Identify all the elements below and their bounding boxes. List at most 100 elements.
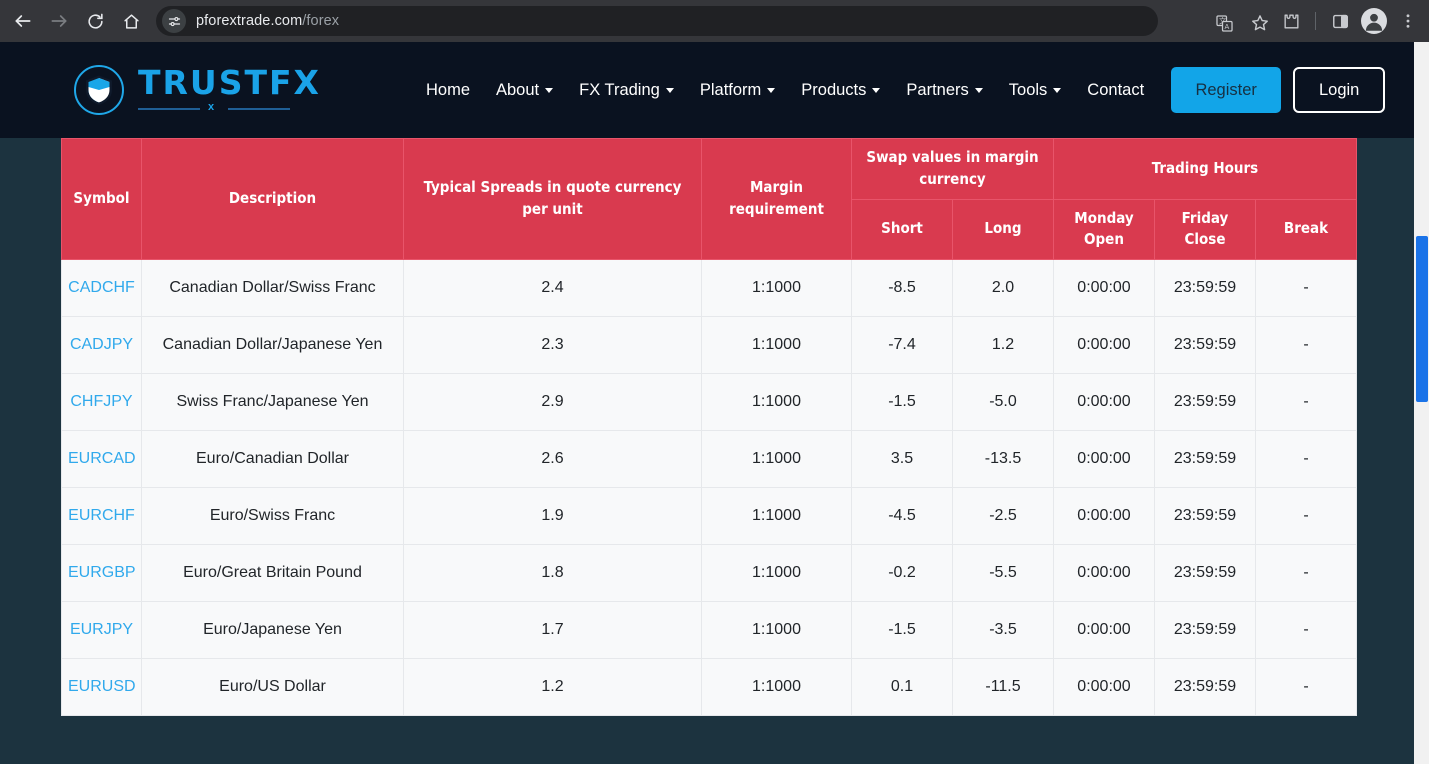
reload-icon[interactable] bbox=[78, 4, 112, 38]
symbol-link[interactable]: EURCHF bbox=[68, 507, 135, 524]
table-row: CADJPY Canadian Dollar/Japanese Yen 2.3 1:1… bbox=[61, 316, 1357, 374]
translate-icon[interactable]: 文 A bbox=[1207, 6, 1241, 40]
col-header-description[interactable]: Description bbox=[141, 138, 404, 260]
symbol-link[interactable]: CADJPY bbox=[70, 336, 133, 353]
symbol-link[interactable]: EURUSD bbox=[68, 678, 136, 695]
cell-description: Euro/US Dollar bbox=[141, 658, 404, 716]
logo-underline-left bbox=[138, 108, 200, 110]
cell-long: -11.5 bbox=[952, 658, 1054, 716]
page-scrollbar-track[interactable] bbox=[1414, 42, 1429, 764]
symbol-link[interactable]: EURCAD bbox=[68, 450, 136, 467]
col-header-symbol[interactable]: Symbol bbox=[61, 138, 142, 260]
cell-spread: 1.7 bbox=[403, 601, 702, 659]
omnibox-actions: 文 A bbox=[1207, 6, 1277, 40]
cell-margin: 1:1000 bbox=[701, 487, 852, 545]
nav-item-contact[interactable]: Contact bbox=[1074, 75, 1157, 106]
col-header-short[interactable]: Short bbox=[851, 198, 953, 260]
col-header-margin[interactable]: Margin requirement bbox=[701, 138, 852, 260]
cell-margin: 1:1000 bbox=[701, 373, 852, 431]
home-icon[interactable] bbox=[114, 4, 148, 38]
symbol-link[interactable]: EURJPY bbox=[70, 621, 133, 638]
cell-long: 1.2 bbox=[952, 316, 1054, 374]
cell-break: - bbox=[1255, 316, 1357, 374]
site-header: TRUSTFX x Home About FX Trading Platform… bbox=[0, 42, 1414, 138]
cell-monday-open: 0:00:00 bbox=[1053, 316, 1155, 374]
cell-long: -2.5 bbox=[952, 487, 1054, 545]
col-header-friday-close[interactable]: Friday Close bbox=[1154, 198, 1256, 260]
col-header-swap-group: Swap values in margin currency bbox=[851, 138, 1054, 200]
shield-logo-icon bbox=[74, 65, 124, 115]
site-settings-tune-icon[interactable] bbox=[162, 9, 186, 33]
nav-item-platform[interactable]: Platform bbox=[687, 75, 788, 106]
cell-break: - bbox=[1255, 487, 1357, 545]
cell-short: 3.5 bbox=[851, 430, 953, 488]
cell-margin: 1:1000 bbox=[701, 430, 852, 488]
three-dot-menu-icon[interactable] bbox=[1391, 4, 1425, 38]
cell-long: -13.5 bbox=[952, 430, 1054, 488]
cell-symbol: EURCHF bbox=[61, 487, 142, 545]
browser-toolbar: pforextrade.com/forex 文 A bbox=[0, 0, 1429, 42]
col-header-spreads[interactable]: Typical Spreads in quote currency per un… bbox=[403, 138, 702, 260]
cell-short: -8.5 bbox=[851, 259, 953, 317]
forward-arrow-icon[interactable] bbox=[42, 4, 76, 38]
nav-item-about[interactable]: About bbox=[483, 75, 566, 106]
cell-friday-close: 23:59:59 bbox=[1154, 316, 1256, 374]
cell-description: Canadian Dollar/Japanese Yen bbox=[141, 316, 404, 374]
symbol-link[interactable]: CADCHF bbox=[68, 279, 135, 296]
cell-long: -5.5 bbox=[952, 544, 1054, 602]
cell-symbol: EURCAD bbox=[61, 430, 142, 488]
table-head: Symbol Description Typical Spreads in qu… bbox=[61, 138, 1357, 260]
cell-description: Euro/Swiss Franc bbox=[141, 487, 404, 545]
back-arrow-icon[interactable] bbox=[6, 4, 40, 38]
cell-short: -7.4 bbox=[851, 316, 953, 374]
extensions-puzzle-icon[interactable] bbox=[1274, 4, 1308, 38]
cell-friday-close: 23:59:59 bbox=[1154, 373, 1256, 431]
cell-symbol: CADCHF bbox=[61, 259, 142, 317]
cell-monday-open: 0:00:00 bbox=[1053, 601, 1155, 659]
nav-item-tools[interactable]: Tools bbox=[996, 75, 1075, 106]
cell-monday-open: 0:00:00 bbox=[1053, 658, 1155, 716]
cell-spread: 2.3 bbox=[403, 316, 702, 374]
bookmark-star-icon[interactable] bbox=[1243, 6, 1277, 40]
cell-break: - bbox=[1255, 601, 1357, 659]
chevron-down-icon bbox=[767, 87, 776, 93]
col-header-monday-open[interactable]: Monday Open bbox=[1053, 198, 1155, 260]
col-header-long[interactable]: Long bbox=[952, 198, 1054, 260]
nav-label: Products bbox=[801, 80, 867, 99]
cell-short: 0.1 bbox=[851, 658, 953, 716]
login-button[interactable]: Login bbox=[1293, 67, 1386, 113]
cell-margin: 1:1000 bbox=[701, 601, 852, 659]
cell-long: 2.0 bbox=[952, 259, 1054, 317]
side-panel-icon[interactable] bbox=[1323, 4, 1357, 38]
cell-break: - bbox=[1255, 373, 1357, 431]
chevron-down-icon bbox=[1053, 87, 1062, 93]
table-row: EURUSD Euro/US Dollar 1.2 1:1000 0.1 -11.5 0:0… bbox=[61, 658, 1357, 716]
nav-label: Partners bbox=[906, 80, 969, 99]
logo-underline-right bbox=[228, 108, 290, 110]
symbol-link[interactable]: EURGBP bbox=[68, 564, 136, 581]
table-header-row-1: Symbol Description Typical Spreads in qu… bbox=[61, 138, 1357, 260]
nav-item-home[interactable]: Home bbox=[413, 75, 483, 106]
cell-margin: 1:1000 bbox=[701, 259, 852, 317]
symbol-link[interactable]: CHFJPY bbox=[70, 393, 132, 410]
cell-description: Euro/Canadian Dollar bbox=[141, 430, 404, 488]
nav-item-fx-trading[interactable]: FX Trading bbox=[566, 75, 687, 106]
page-scrollbar-thumb[interactable] bbox=[1416, 236, 1428, 402]
cell-description: Euro/Japanese Yen bbox=[141, 601, 404, 659]
chevron-down-icon bbox=[665, 87, 674, 93]
site-logo[interactable]: TRUSTFX x bbox=[74, 65, 321, 115]
toolbar-divider bbox=[1315, 12, 1316, 30]
nav-item-partners[interactable]: Partners bbox=[893, 75, 995, 106]
nav-label: About bbox=[496, 80, 540, 99]
cell-spread: 2.6 bbox=[403, 430, 702, 488]
address-bar[interactable]: pforextrade.com/forex bbox=[156, 6, 1158, 36]
col-header-break[interactable]: Break bbox=[1255, 198, 1357, 260]
col-header-trading-hours-group: Trading Hours bbox=[1053, 138, 1357, 200]
cell-description: Canadian Dollar/Swiss Franc bbox=[141, 259, 404, 317]
profile-avatar-icon[interactable] bbox=[1357, 4, 1391, 38]
cell-spread: 1.9 bbox=[403, 487, 702, 545]
cell-break: - bbox=[1255, 430, 1357, 488]
nav-item-products[interactable]: Products bbox=[788, 75, 893, 106]
cell-symbol: CHFJPY bbox=[61, 373, 142, 431]
register-button[interactable]: Register bbox=[1171, 67, 1282, 113]
